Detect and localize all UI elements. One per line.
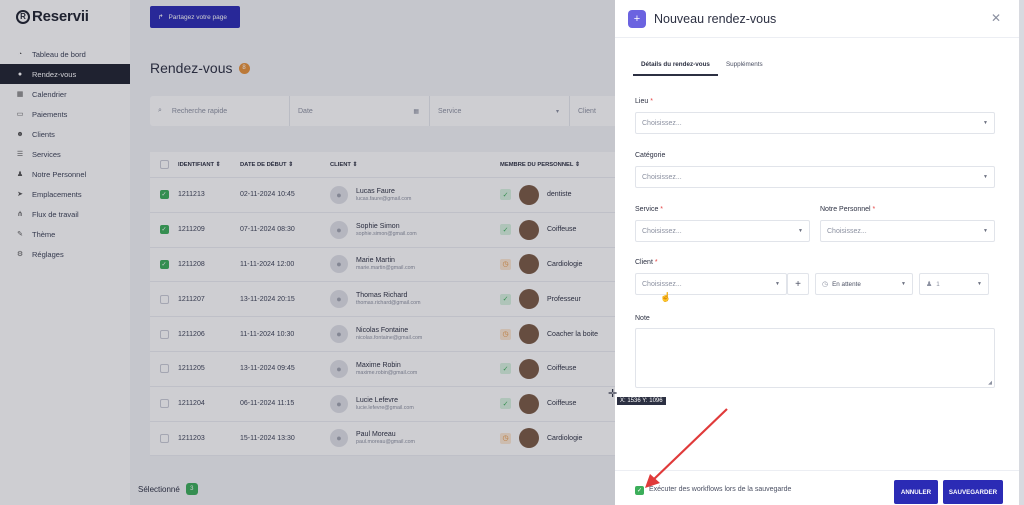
annotation-arrow [645, 408, 728, 488]
